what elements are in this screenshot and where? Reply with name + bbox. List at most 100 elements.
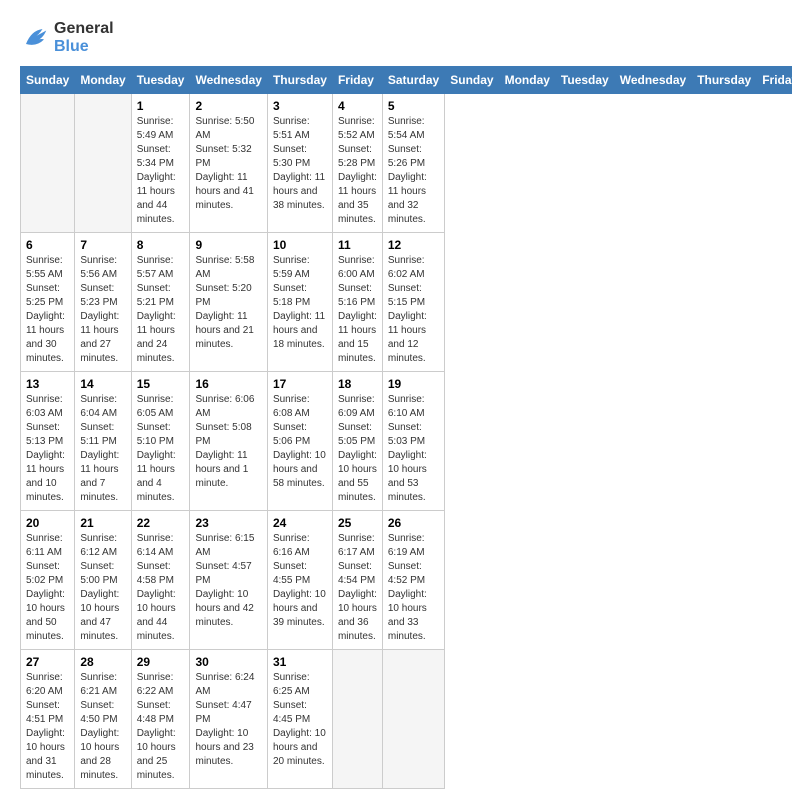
header-monday: Monday — [499, 67, 555, 94]
day-cell — [75, 94, 131, 233]
day-cell: 11Sunrise: 6:00 AM Sunset: 5:16 PM Dayli… — [332, 233, 382, 372]
calendar-header-row: SundayMondayTuesdayWednesdayThursdayFrid… — [21, 67, 792, 94]
day-cell: 23 Sunrise: 6:15 AM Sunset: 4:57 PM Dayli… — [190, 511, 267, 650]
day-cell: 15Sunrise: 6:05 AM Sunset: 5:10 PM Dayli… — [131, 372, 190, 511]
day-number: 17 — [273, 377, 327, 391]
day-cell — [382, 650, 444, 789]
header-tuesday: Tuesday — [131, 67, 190, 94]
logo-text: General Blue — [54, 20, 114, 56]
day-number: 11 — [338, 238, 377, 252]
day-info: Sunrise: 6:20 AM Sunset: 4:51 PM Dayligh… — [26, 671, 69, 783]
day-cell: 24Sunrise: 6:16 AM Sunset: 4:55 PM Dayli… — [267, 511, 332, 650]
day-cell: 27Sunrise: 6:20 AM Sunset: 4:51 PM Dayli… — [21, 650, 75, 789]
day-number: 2 — [195, 99, 261, 113]
day-info: Sunrise: 6:10 AM Sunset: 5:03 PM Dayligh… — [388, 393, 439, 505]
day-cell: 14Sunrise: 6:04 AM Sunset: 5:11 PM Dayli… — [75, 372, 131, 511]
header-thursday: Thursday — [692, 67, 757, 94]
day-number: 26 — [388, 516, 439, 530]
week-row-1: 1 Sunrise: 5:49 AM Sunset: 5:34 PM Daylig… — [21, 94, 792, 233]
day-cell: 4Sunrise: 5:52 AM Sunset: 5:28 PM Daylig… — [332, 94, 382, 233]
day-number: 7 — [80, 238, 125, 252]
day-number: 22 — [137, 516, 185, 530]
day-number: 23 — [195, 516, 261, 530]
day-info: Sunrise: 5:54 AM Sunset: 5:26 PM Dayligh… — [388, 115, 439, 227]
day-number: 28 — [80, 655, 125, 669]
day-cell: 22Sunrise: 6:14 AM Sunset: 4:58 PM Dayli… — [131, 511, 190, 650]
calendar-table: SundayMondayTuesdayWednesdayThursdayFrid… — [20, 66, 792, 789]
day-info: Sunrise: 5:55 AM Sunset: 5:25 PM Dayligh… — [26, 254, 69, 366]
week-row-5: 27Sunrise: 6:20 AM Sunset: 4:51 PM Dayli… — [21, 650, 792, 789]
day-info: Sunrise: 5:59 AM Sunset: 5:18 PM Dayligh… — [273, 254, 327, 352]
day-number: 9 — [195, 238, 261, 252]
day-cell: 7 Sunrise: 5:56 AM Sunset: 5:23 PM Daylig… — [75, 233, 131, 372]
day-info: Sunrise: 6:24 AM Sunset: 4:47 PM Dayligh… — [195, 671, 261, 769]
day-number: 1 — [137, 99, 185, 113]
header-tuesday: Tuesday — [555, 67, 614, 94]
day-info: Sunrise: 6:06 AM Sunset: 5:08 PM Dayligh… — [195, 393, 261, 491]
day-cell: 8 Sunrise: 5:57 AM Sunset: 5:21 PM Daylig… — [131, 233, 190, 372]
day-info: Sunrise: 5:56 AM Sunset: 5:23 PM Dayligh… — [80, 254, 125, 366]
day-number: 8 — [137, 238, 185, 252]
day-cell: 30 Sunrise: 6:24 AM Sunset: 4:47 PM Dayli… — [190, 650, 267, 789]
day-info: Sunrise: 6:22 AM Sunset: 4:48 PM Dayligh… — [137, 671, 185, 783]
day-cell: 1 Sunrise: 5:49 AM Sunset: 5:34 PM Daylig… — [131, 94, 190, 233]
day-cell: 21Sunrise: 6:12 AM Sunset: 5:00 PM Dayli… — [75, 511, 131, 650]
week-row-4: 20 Sunrise: 6:11 AM Sunset: 5:02 PM Dayli… — [21, 511, 792, 650]
day-info: Sunrise: 5:57 AM Sunset: 5:21 PM Dayligh… — [137, 254, 185, 366]
day-cell: 6 Sunrise: 5:55 AM Sunset: 5:25 PM Daylig… — [21, 233, 75, 372]
day-info: Sunrise: 5:58 AM Sunset: 5:20 PM Dayligh… — [195, 254, 261, 352]
day-cell: 26Sunrise: 6:19 AM Sunset: 4:52 PM Dayli… — [382, 511, 444, 650]
day-cell: 25 Sunrise: 6:17 AM Sunset: 4:54 PM Dayli… — [332, 511, 382, 650]
day-cell: 5 Sunrise: 5:54 AM Sunset: 5:26 PM Daylig… — [382, 94, 444, 233]
day-number: 13 — [26, 377, 69, 391]
day-info: Sunrise: 6:04 AM Sunset: 5:11 PM Dayligh… — [80, 393, 125, 505]
day-info: Sunrise: 5:51 AM Sunset: 5:30 PM Dayligh… — [273, 115, 327, 213]
day-info: Sunrise: 6:15 AM Sunset: 4:57 PM Dayligh… — [195, 532, 261, 630]
week-row-3: 13 Sunrise: 6:03 AM Sunset: 5:13 PM Dayli… — [21, 372, 792, 511]
header-friday: Friday — [332, 67, 382, 94]
day-info: Sunrise: 6:25 AM Sunset: 4:45 PM Dayligh… — [273, 671, 327, 769]
day-cell — [332, 650, 382, 789]
header-friday: Friday — [757, 67, 792, 94]
day-number: 20 — [26, 516, 69, 530]
day-cell: 18Sunrise: 6:09 AM Sunset: 5:05 PM Dayli… — [332, 372, 382, 511]
day-number: 5 — [388, 99, 439, 113]
day-info: Sunrise: 6:02 AM Sunset: 5:15 PM Dayligh… — [388, 254, 439, 366]
day-cell: 2 Sunrise: 5:50 AM Sunset: 5:32 PM Daylig… — [190, 94, 267, 233]
week-row-2: 6 Sunrise: 5:55 AM Sunset: 5:25 PM Daylig… — [21, 233, 792, 372]
day-cell: 3 Sunrise: 5:51 AM Sunset: 5:30 PM Daylig… — [267, 94, 332, 233]
day-number: 30 — [195, 655, 261, 669]
day-number: 10 — [273, 238, 327, 252]
day-number: 6 — [26, 238, 69, 252]
day-info: Sunrise: 5:50 AM Sunset: 5:32 PM Dayligh… — [195, 115, 261, 213]
day-cell: 13 Sunrise: 6:03 AM Sunset: 5:13 PM Dayli… — [21, 372, 75, 511]
day-number: 29 — [137, 655, 185, 669]
day-info: Sunrise: 6:11 AM Sunset: 5:02 PM Dayligh… — [26, 532, 69, 644]
day-cell: 20 Sunrise: 6:11 AM Sunset: 5:02 PM Dayli… — [21, 511, 75, 650]
day-cell: 16 Sunrise: 6:06 AM Sunset: 5:08 PM Dayli… — [190, 372, 267, 511]
day-number: 4 — [338, 99, 377, 113]
day-info: Sunrise: 6:08 AM Sunset: 5:06 PM Dayligh… — [273, 393, 327, 491]
header-monday: Monday — [75, 67, 131, 94]
header-wednesday: Wednesday — [614, 67, 691, 94]
day-cell — [21, 94, 75, 233]
day-info: Sunrise: 6:17 AM Sunset: 4:54 PM Dayligh… — [338, 532, 377, 644]
day-number: 12 — [388, 238, 439, 252]
day-cell: 17 Sunrise: 6:08 AM Sunset: 5:06 PM Dayli… — [267, 372, 332, 511]
day-number: 3 — [273, 99, 327, 113]
day-info: Sunrise: 6:03 AM Sunset: 5:13 PM Dayligh… — [26, 393, 69, 505]
day-cell: 12 Sunrise: 6:02 AM Sunset: 5:15 PM Dayli… — [382, 233, 444, 372]
day-number: 19 — [388, 377, 439, 391]
logo-icon — [20, 23, 50, 53]
day-cell: 29 Sunrise: 6:22 AM Sunset: 4:48 PM Dayli… — [131, 650, 190, 789]
header-saturday: Saturday — [382, 67, 444, 94]
day-number: 24 — [273, 516, 327, 530]
day-cell: 10 Sunrise: 5:59 AM Sunset: 5:18 PM Dayli… — [267, 233, 332, 372]
day-number: 25 — [338, 516, 377, 530]
day-info: Sunrise: 5:49 AM Sunset: 5:34 PM Dayligh… — [137, 115, 185, 227]
logo: General Blue — [20, 20, 114, 56]
day-cell: 19 Sunrise: 6:10 AM Sunset: 5:03 PM Dayli… — [382, 372, 444, 511]
day-info: Sunrise: 6:12 AM Sunset: 5:00 PM Dayligh… — [80, 532, 125, 644]
day-cell: 31Sunrise: 6:25 AM Sunset: 4:45 PM Dayli… — [267, 650, 332, 789]
day-number: 16 — [195, 377, 261, 391]
